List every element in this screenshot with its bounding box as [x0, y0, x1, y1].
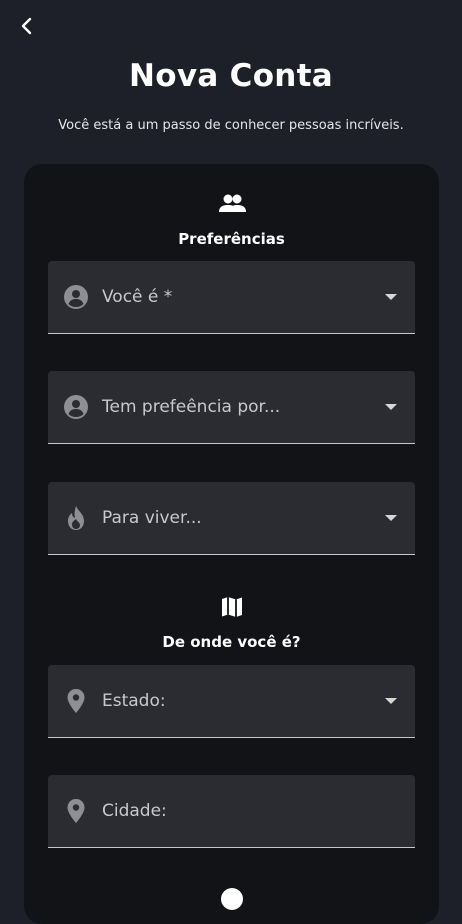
map-icon — [24, 595, 439, 619]
gender-select[interactable]: Você é * — [48, 261, 415, 334]
purpose-select[interactable]: Para viver... — [48, 482, 415, 555]
account-circle-icon — [62, 393, 90, 421]
signup-card: Preferências Você é * Tem prefeência por… — [24, 164, 439, 924]
gender-select-label: Você é * — [102, 287, 173, 307]
preferences-section-title: Preferências — [178, 230, 285, 248]
origin-section-title: De onde você é? — [162, 633, 301, 651]
chevron-left-icon — [21, 17, 32, 35]
location-pin-icon — [62, 687, 90, 715]
dropdown-arrow-icon — [385, 515, 397, 521]
page-subtitle: Você está a um passo de conhecer pessoas… — [58, 118, 404, 133]
city-input-label: Cidade: — [102, 801, 167, 821]
people-icon — [24, 192, 439, 216]
location-pin-icon — [62, 797, 90, 825]
purpose-select-label: Para viver... — [102, 508, 202, 528]
preference-select[interactable]: Tem prefeência por... — [48, 371, 415, 444]
dropdown-arrow-icon — [385, 404, 397, 410]
city-input[interactable]: Cidade: — [48, 775, 415, 848]
state-select[interactable]: Estado: — [48, 665, 415, 738]
flame-icon — [62, 504, 90, 532]
preference-select-label: Tem prefeência por... — [102, 397, 281, 417]
dropdown-arrow-icon — [385, 294, 397, 300]
state-select-label: Estado: — [102, 691, 166, 711]
next-section-icon — [24, 886, 439, 912]
account-circle-icon — [62, 283, 90, 311]
dropdown-arrow-icon — [385, 698, 397, 704]
back-button[interactable] — [14, 14, 38, 38]
page-title: Nova Conta — [128, 58, 333, 94]
